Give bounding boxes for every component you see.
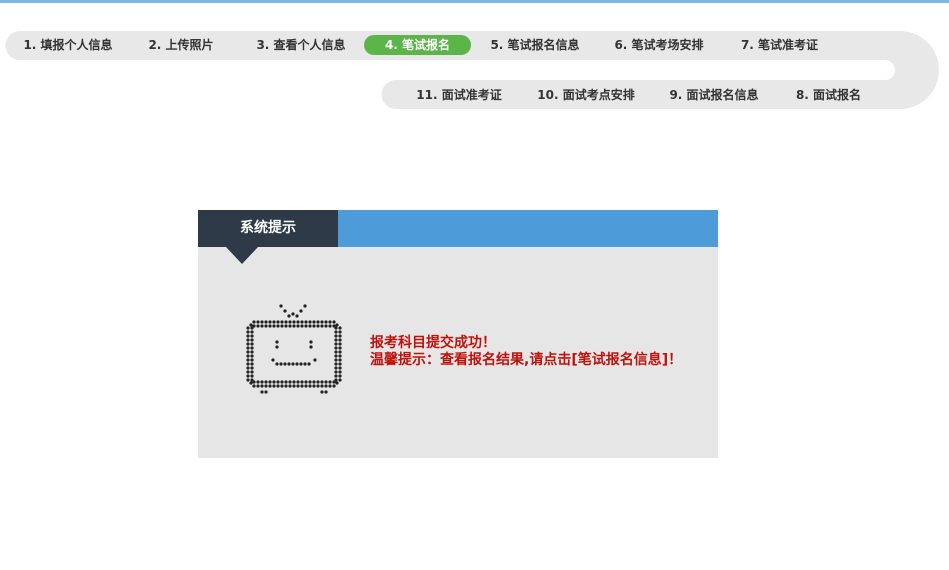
success-message: 报考科目提交成功！ 温馨提示：查看报名结果,请点击[笔试报名信息]！ (370, 335, 682, 369)
step-interview-registration-info[interactable]: 9. 面试报名信息 (664, 85, 764, 105)
dialog-tab-pointer (226, 247, 258, 264)
step-written-exam-registration-info[interactable]: 5. 笔试报名信息 (485, 35, 585, 55)
step-view-personal-info[interactable]: 3. 查看个人信息 (251, 35, 351, 55)
step-interview-location[interactable]: 10. 面试考点安排 (532, 85, 640, 105)
tv-icon (246, 304, 342, 394)
system-prompt-dialog: 系统提示 报考科目提交成功！ 温馨提示：查看报名结果,请点击[笔试报名信息]！ (198, 210, 718, 458)
dialog-title: 系统提示 (198, 210, 338, 247)
step-interview-ticket[interactable]: 11. 面试准考证 (413, 85, 505, 105)
message-line-hint: 温馨提示：查看报名结果,请点击[笔试报名信息]！ (370, 352, 683, 368)
step-written-exam-room[interactable]: 6. 笔试考场安排 (609, 35, 709, 55)
step-upload-photo[interactable]: 2. 上传照片 (141, 35, 221, 55)
step-fill-personal-info[interactable]: 1. 填报个人信息 (18, 35, 118, 55)
message-line-success: 报考科目提交成功！ (370, 335, 496, 351)
step-written-exam-ticket[interactable]: 7. 笔试准考证 (737, 35, 822, 55)
step-written-exam-registration[interactable]: 4. 笔试报名 (364, 35, 471, 55)
step-interview-registration[interactable]: 8. 面试报名 (791, 85, 866, 105)
progress-track: 1. 填报个人信息 2. 上传照片 3. 查看个人信息 4. 笔试报名 5. 笔… (0, 0, 949, 120)
